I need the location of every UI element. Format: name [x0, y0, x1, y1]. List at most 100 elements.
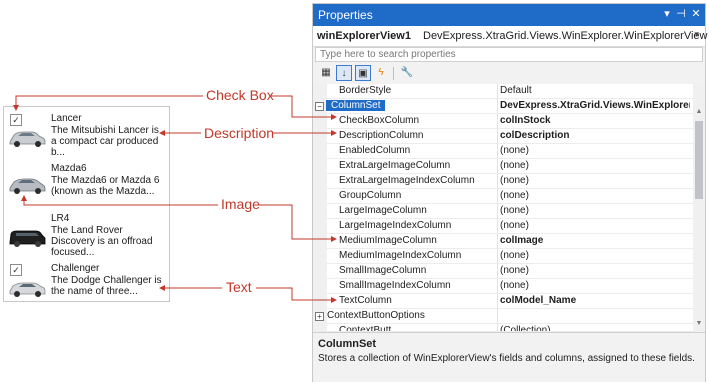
object-name: winExplorerView1 — [317, 30, 411, 42]
row-gutter — [313, 264, 327, 279]
properties-window: Properties ▾ ⊣ ✕ winExplorerView1 DevExp… — [312, 3, 708, 382]
property-value[interactable]: colModel_Name — [500, 295, 690, 306]
property-row[interactable]: ExtraLargeImageColumn (none) — [313, 159, 693, 174]
property-name: SmallImageIndexColumn — [339, 280, 451, 291]
scroll-thumb[interactable] — [695, 121, 703, 199]
object-selector[interactable]: winExplorerView1 DevExpress.XtraGrid.Vie… — [313, 26, 708, 47]
explorer-card[interactable]: ✓ Lancer The Mitsubishi Lancer is a comp… — [4, 109, 169, 158]
item-name: Lancer — [51, 113, 82, 124]
scroll-down-icon[interactable]: ▼ — [693, 318, 705, 330]
property-value[interactable]: (none) — [500, 205, 690, 216]
wrench-icon[interactable]: 🔧 — [399, 65, 415, 81]
property-value[interactable]: (Collection) — [500, 325, 690, 331]
property-row[interactable]: TextColumn colModel_Name — [313, 294, 693, 309]
winexplorer-view: ✓ Lancer The Mitsubishi Lancer is a comp… — [3, 106, 170, 302]
property-row[interactable]: − ColumnSet DevExpress.XtraGrid.Views.WinE… — [313, 99, 693, 114]
property-row[interactable]: MediumImageIndexColumn (none) — [313, 249, 693, 264]
property-value[interactable]: (none) — [500, 160, 690, 171]
property-row[interactable]: CheckBoxColumn colInStock — [313, 114, 693, 129]
property-name: CheckBoxColumn — [339, 115, 420, 126]
object-type: DevExpress.XtraGrid.Views.WinExplorer.Wi… — [423, 30, 708, 42]
events-icon[interactable]: ϟ — [373, 65, 389, 81]
search-input[interactable]: Type here to search properties — [315, 47, 703, 62]
row-gutter — [313, 324, 327, 331]
property-row[interactable]: SmallImageColumn (none) — [313, 264, 693, 279]
property-row[interactable]: + ContextButtonOptions — [313, 309, 693, 324]
property-row[interactable]: GroupColumn (none) — [313, 189, 693, 204]
property-value[interactable]: (none) — [500, 220, 690, 231]
scroll-up-icon[interactable]: ▲ — [693, 106, 705, 118]
description-text: Stores a collection of WinExplorerView's… — [318, 353, 695, 364]
car-image — [9, 131, 46, 147]
dropdown-icon[interactable]: ▾ — [660, 7, 674, 20]
close-icon[interactable]: ✕ — [689, 7, 703, 20]
explorer-card[interactable]: ✓ Challenger The Dodge Challenger is the… — [4, 259, 169, 307]
property-value[interactable]: (none) — [500, 280, 690, 291]
row-gutter — [313, 84, 327, 99]
row-gutter — [313, 204, 327, 219]
row-gutter — [313, 219, 327, 234]
property-value[interactable]: (none) — [500, 190, 690, 201]
property-name: LargeImageColumn — [339, 205, 427, 216]
row-gutter — [313, 144, 327, 159]
pin-icon[interactable]: ⊣ — [674, 7, 688, 20]
property-name: ColumnSet — [326, 100, 386, 111]
property-name: BorderStyle — [339, 85, 392, 96]
property-row[interactable]: ExtraLargeImageIndexColumn (none) — [313, 174, 693, 189]
property-grid: BorderStyle Default − ColumnSet DevExpress.X… — [313, 84, 705, 332]
expand-icon[interactable]: + — [315, 312, 324, 321]
property-name: MediumImageIndexColumn — [339, 250, 462, 261]
row-gutter — [313, 234, 327, 249]
item-checkbox[interactable]: ✓ — [10, 114, 22, 126]
vertical-scrollbar[interactable]: ▲ ▼ — [693, 84, 705, 332]
property-row[interactable]: EnabledColumn (none) — [313, 144, 693, 159]
properties-icon[interactable]: ▣ — [355, 65, 371, 81]
item-checkbox[interactable]: ✓ — [10, 264, 22, 276]
property-value[interactable]: colDescription — [500, 130, 690, 141]
property-value[interactable]: colInStock — [500, 115, 690, 126]
item-description: The Land Rover Discovery is an offroad f… — [51, 225, 153, 258]
property-name: LargeImageIndexColumn — [339, 220, 452, 231]
explorer-card[interactable]: LR4 The Land Rover Discovery is an offro… — [4, 209, 169, 258]
alphabetical-icon[interactable]: ↓ — [336, 65, 352, 81]
explorer-card[interactable]: Mazda6 The Mazda6 or Mazda 6 (known as t… — [4, 159, 169, 207]
row-gutter — [313, 189, 327, 204]
row-gutter — [313, 129, 327, 144]
property-value[interactable]: colImage — [500, 235, 690, 246]
property-value[interactable]: (none) — [500, 145, 690, 156]
row-gutter — [313, 114, 327, 129]
chevron-down-icon[interactable]: ▾ — [694, 29, 699, 40]
row-gutter — [313, 294, 327, 309]
property-row[interactable]: DescriptionColumn colDescription — [313, 129, 693, 144]
property-name: GroupColumn — [339, 190, 402, 201]
property-row[interactable]: BorderStyle Default — [313, 84, 693, 99]
property-row[interactable]: SmallImageIndexColumn (none) — [313, 279, 693, 294]
property-name: DescriptionColumn — [339, 130, 424, 141]
property-row[interactable]: MediumImageColumn colImage — [313, 234, 693, 249]
properties-titlebar[interactable]: Properties ▾ ⊣ ✕ — [313, 4, 705, 26]
collapse-icon[interactable]: − — [315, 102, 324, 111]
callout-text: Text — [226, 279, 252, 295]
property-row[interactable]: ContextButt... (Collection) — [313, 324, 693, 332]
row-gutter — [313, 159, 327, 174]
property-value[interactable]: (none) — [500, 250, 690, 261]
item-description: The Mitsubishi Lancer is a compact car p… — [51, 125, 159, 158]
callout-image: Image — [221, 196, 260, 212]
categorized-icon[interactable]: ▦ — [318, 65, 334, 81]
property-name: EnabledColumn — [339, 145, 411, 156]
row-gutter — [313, 174, 327, 189]
property-name: SmallImageColumn — [339, 265, 427, 276]
properties-toolbar: ▦ ↓ ▣ ϟ 🔧 — [313, 64, 705, 83]
item-name: LR4 — [51, 213, 70, 224]
property-row[interactable]: LargeImageColumn (none) — [313, 204, 693, 219]
callout-check-box: Check Box — [206, 87, 274, 103]
property-value[interactable]: Default — [500, 85, 690, 96]
item-name: Mazda6 — [51, 163, 87, 174]
property-value[interactable]: (none) — [500, 175, 690, 186]
property-value[interactable]: DevExpress.XtraGrid.Views.WinExplorer.\ — [500, 100, 690, 111]
property-row[interactable]: LargeImageIndexColumn (none) — [313, 219, 693, 234]
description-title: ColumnSet — [318, 338, 377, 350]
car-image — [9, 230, 46, 247]
property-value[interactable]: (none) — [500, 265, 690, 276]
description-panel: ColumnSet Stores a collection of WinExpl… — [313, 332, 705, 382]
